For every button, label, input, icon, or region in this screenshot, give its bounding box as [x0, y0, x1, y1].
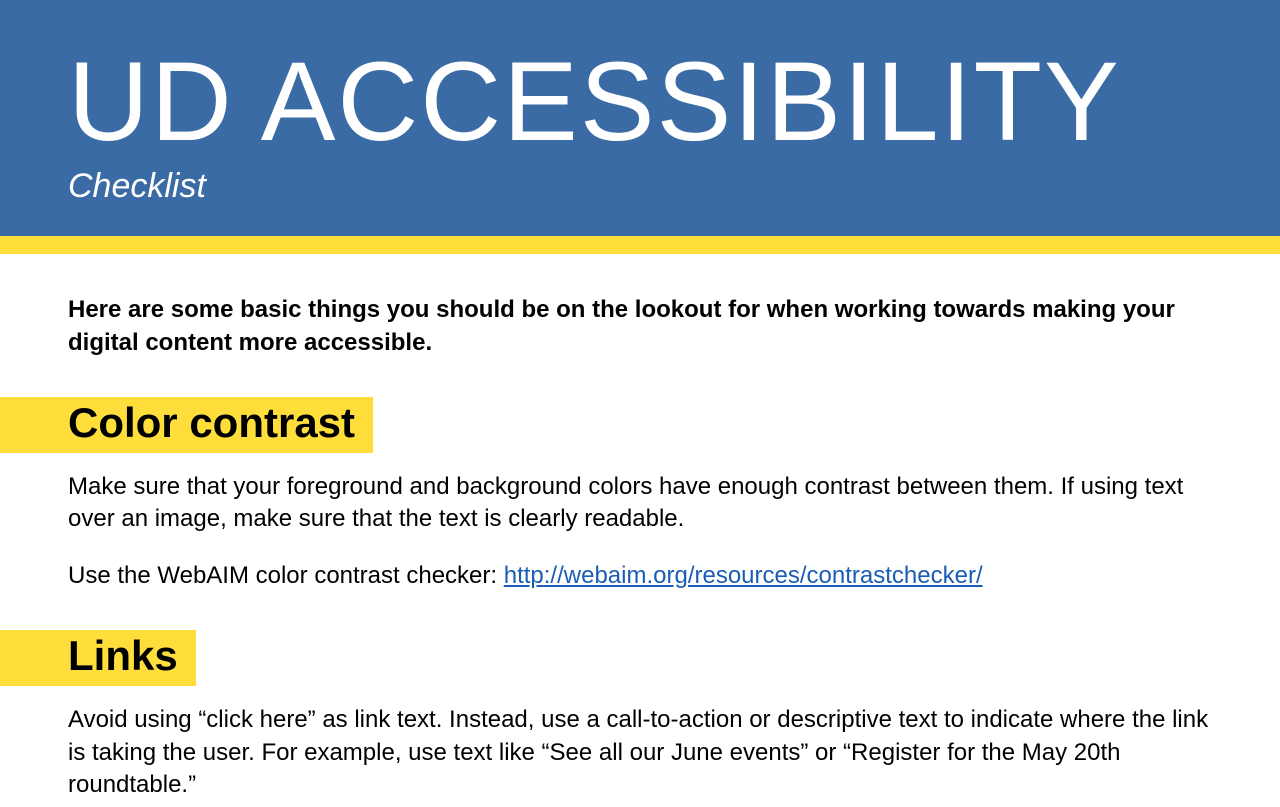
section-links: Links Avoid using “click here” as link t… [68, 630, 1212, 801]
document-title: UD ACCESSIBILITY [68, 40, 1280, 163]
intro-paragraph: Here are some basic things you should be… [68, 294, 1212, 359]
document-subtitle: Checklist [68, 167, 1280, 206]
section-paragraph-with-link: Use the WebAIM color contrast checker: h… [68, 560, 1212, 592]
document-body: Here are some basic things you should be… [0, 254, 1280, 801]
contrast-checker-link[interactable]: http://webaim.org/resources/contrastchec… [504, 562, 983, 589]
section-paragraph: Make sure that your foreground and backg… [68, 471, 1212, 536]
link-prefix-text: Use the WebAIM color contrast checker: [68, 562, 504, 589]
section-color-contrast: Color contrast Make sure that your foreg… [68, 397, 1212, 592]
accent-bar [0, 236, 1280, 254]
section-heading: Links [0, 630, 196, 686]
document-header: UD ACCESSIBILITY Checklist [0, 0, 1280, 236]
section-heading: Color contrast [0, 397, 373, 453]
section-paragraph: Avoid using “click here” as link text. I… [68, 704, 1212, 801]
